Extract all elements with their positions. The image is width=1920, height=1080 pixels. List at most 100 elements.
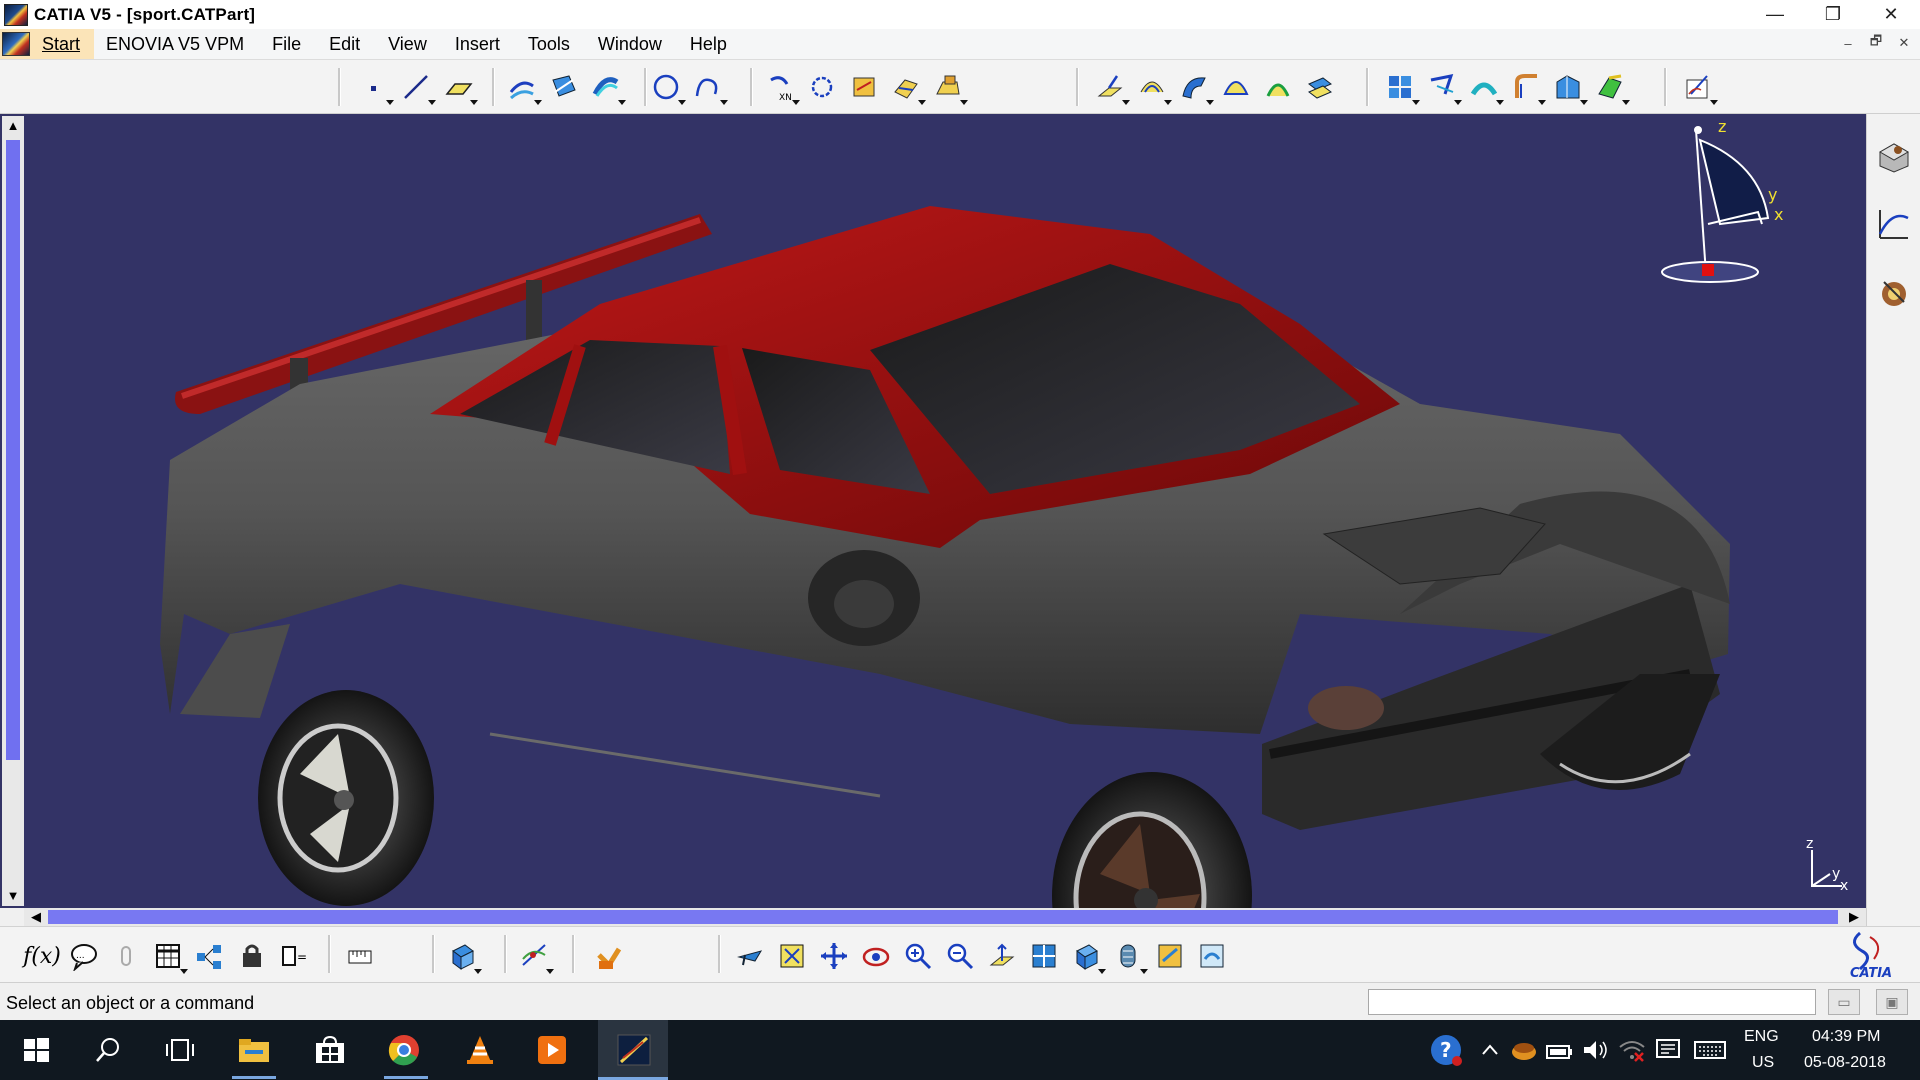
knowledge-icon[interactable]: [108, 938, 144, 974]
clock-date[interactable]: 05-08-2018: [1804, 1054, 1886, 1072]
command-input[interactable]: [1368, 989, 1816, 1015]
windows-start-icon[interactable]: [16, 1030, 56, 1070]
menu-edit[interactable]: Edit: [329, 34, 360, 55]
menu-insert[interactable]: Insert: [455, 34, 500, 55]
circle-icon[interactable]: [648, 69, 686, 105]
table-icon[interactable]: [150, 938, 188, 974]
close-button[interactable]: ✕: [1862, 0, 1920, 29]
vlc-icon[interactable]: [460, 1030, 500, 1070]
parameters-icon[interactable]: =: [276, 938, 312, 974]
fit-all-icon[interactable]: [774, 938, 810, 974]
catia-app-icon[interactable]: [4, 3, 28, 26]
chrome-icon[interactable]: [384, 1030, 424, 1070]
symmetry-icon[interactable]: [804, 69, 840, 105]
volume-icon[interactable]: [1576, 1030, 1616, 1070]
vertical-scrollbar[interactable]: ▲ ▼: [2, 116, 24, 906]
fly-mode-icon[interactable]: [732, 938, 768, 974]
shading-icon[interactable]: [1110, 938, 1148, 974]
photo-studio-icon[interactable]: [1876, 274, 1912, 310]
fillet-icon[interactable]: [1508, 69, 1546, 105]
rotate-icon[interactable]: [858, 938, 894, 974]
scroll-up-icon[interactable]: ▲: [5, 118, 21, 134]
measure-icon[interactable]: [342, 938, 378, 974]
start-menu[interactable]: Start: [0, 29, 95, 59]
scroll-right-icon[interactable]: ▶: [1846, 909, 1862, 925]
render-icon[interactable]: [590, 938, 626, 974]
status-button-2[interactable]: ▣: [1876, 989, 1908, 1015]
join-icon[interactable]: [930, 69, 968, 105]
vertical-scroll-thumb[interactable]: [6, 140, 20, 760]
sweep-surface-icon[interactable]: [1176, 69, 1214, 105]
sketcher-icon[interactable]: [1680, 69, 1718, 105]
store-icon[interactable]: [310, 1030, 350, 1070]
help-tray-icon[interactable]: ?: [1426, 1030, 1466, 1070]
split-icon[interactable]: [846, 69, 882, 105]
zoom-out-icon[interactable]: [942, 938, 978, 974]
projection-icon[interactable]: [504, 69, 542, 105]
scroll-down-icon[interactable]: ▼: [5, 888, 21, 904]
normal-view-icon[interactable]: [984, 938, 1020, 974]
swap-visible-icon[interactable]: [1194, 938, 1230, 974]
menu-file[interactable]: File: [272, 34, 301, 55]
tray-app-icon[interactable]: [1504, 1030, 1544, 1070]
apply-material-icon[interactable]: [444, 938, 482, 974]
variable-fillet-icon[interactable]: [1592, 69, 1630, 105]
car-model[interactable]: z y x z y x: [0, 114, 1866, 1020]
minimize-button[interactable]: —: [1746, 0, 1804, 29]
spline-icon[interactable]: [690, 69, 728, 105]
menu-window[interactable]: Window: [598, 34, 662, 55]
multi-section-icon[interactable]: [1382, 69, 1420, 105]
boundary-icon[interactable]: [1424, 69, 1462, 105]
extrude-surface-icon[interactable]: [1092, 69, 1130, 105]
clock-time[interactable]: 04:39 PM: [1812, 1028, 1880, 1046]
media-player-icon[interactable]: [532, 1030, 572, 1070]
doc-close-button[interactable]: ✕: [1894, 33, 1914, 53]
catia-taskbar-icon[interactable]: [614, 1030, 654, 1070]
loft-surface-icon[interactable]: [1260, 69, 1296, 105]
scroll-left-icon[interactable]: ◀: [28, 909, 44, 925]
keyboard-icon[interactable]: [1690, 1030, 1730, 1070]
region-indicator[interactable]: US: [1752, 1054, 1774, 1072]
doc-restore-button[interactable]: 🗗: [1866, 33, 1886, 53]
tree-icon[interactable]: [192, 938, 228, 974]
menu-tools[interactable]: Tools: [528, 34, 570, 55]
hide-show-icon[interactable]: [1152, 938, 1188, 974]
sketch-analysis-icon[interactable]: [1876, 206, 1912, 242]
fill-surface-icon[interactable]: [1218, 69, 1254, 105]
menu-view[interactable]: View: [388, 34, 427, 55]
3d-viewport[interactable]: z y x z y x: [0, 114, 1866, 1020]
parallel-curve-icon[interactable]: [588, 69, 626, 105]
battery-icon[interactable]: [1540, 1030, 1580, 1070]
blend-surface-icon[interactable]: [1302, 69, 1338, 105]
menu-enovia[interactable]: ENOVIA V5 VPM: [106, 34, 244, 55]
point-icon[interactable]: [356, 69, 394, 105]
analysis-icon[interactable]: [516, 938, 554, 974]
zoom-in-icon[interactable]: [900, 938, 936, 974]
search-icon[interactable]: [88, 1030, 128, 1070]
file-explorer-icon[interactable]: [234, 1030, 274, 1070]
intersection-icon[interactable]: [546, 69, 582, 105]
line-icon[interactable]: [398, 69, 436, 105]
horizontal-scrollbar[interactable]: ◀ ▶: [24, 908, 1866, 926]
translate-icon[interactable]: XN: [762, 69, 800, 105]
restore-button[interactable]: ❐: [1804, 0, 1862, 29]
iso-view-icon[interactable]: [1068, 938, 1106, 974]
extract-icon[interactable]: [1466, 69, 1504, 105]
multi-view-icon[interactable]: [1026, 938, 1062, 974]
status-button-1[interactable]: ▭: [1828, 989, 1860, 1015]
formula-icon[interactable]: f(x): [23, 938, 61, 974]
trim-icon[interactable]: [888, 69, 926, 105]
part-design-icon[interactable]: [1876, 138, 1912, 174]
compass-icon[interactable]: z y x: [1661, 117, 1783, 283]
comment-icon[interactable]: ...: [66, 938, 102, 974]
revolve-surface-icon[interactable]: [1134, 69, 1172, 105]
horizontal-scroll-thumb[interactable]: [48, 910, 1838, 924]
language-indicator[interactable]: ENG: [1744, 1028, 1779, 1046]
task-view-icon[interactable]: [160, 1030, 200, 1070]
edge-fillet-icon[interactable]: [1550, 69, 1588, 105]
action-center-icon[interactable]: [1648, 1030, 1688, 1070]
menu-help[interactable]: Help: [690, 34, 727, 55]
network-icon[interactable]: [1612, 1030, 1652, 1070]
doc-minimize-button[interactable]: –: [1838, 33, 1858, 53]
menu-start[interactable]: Start: [42, 34, 80, 55]
